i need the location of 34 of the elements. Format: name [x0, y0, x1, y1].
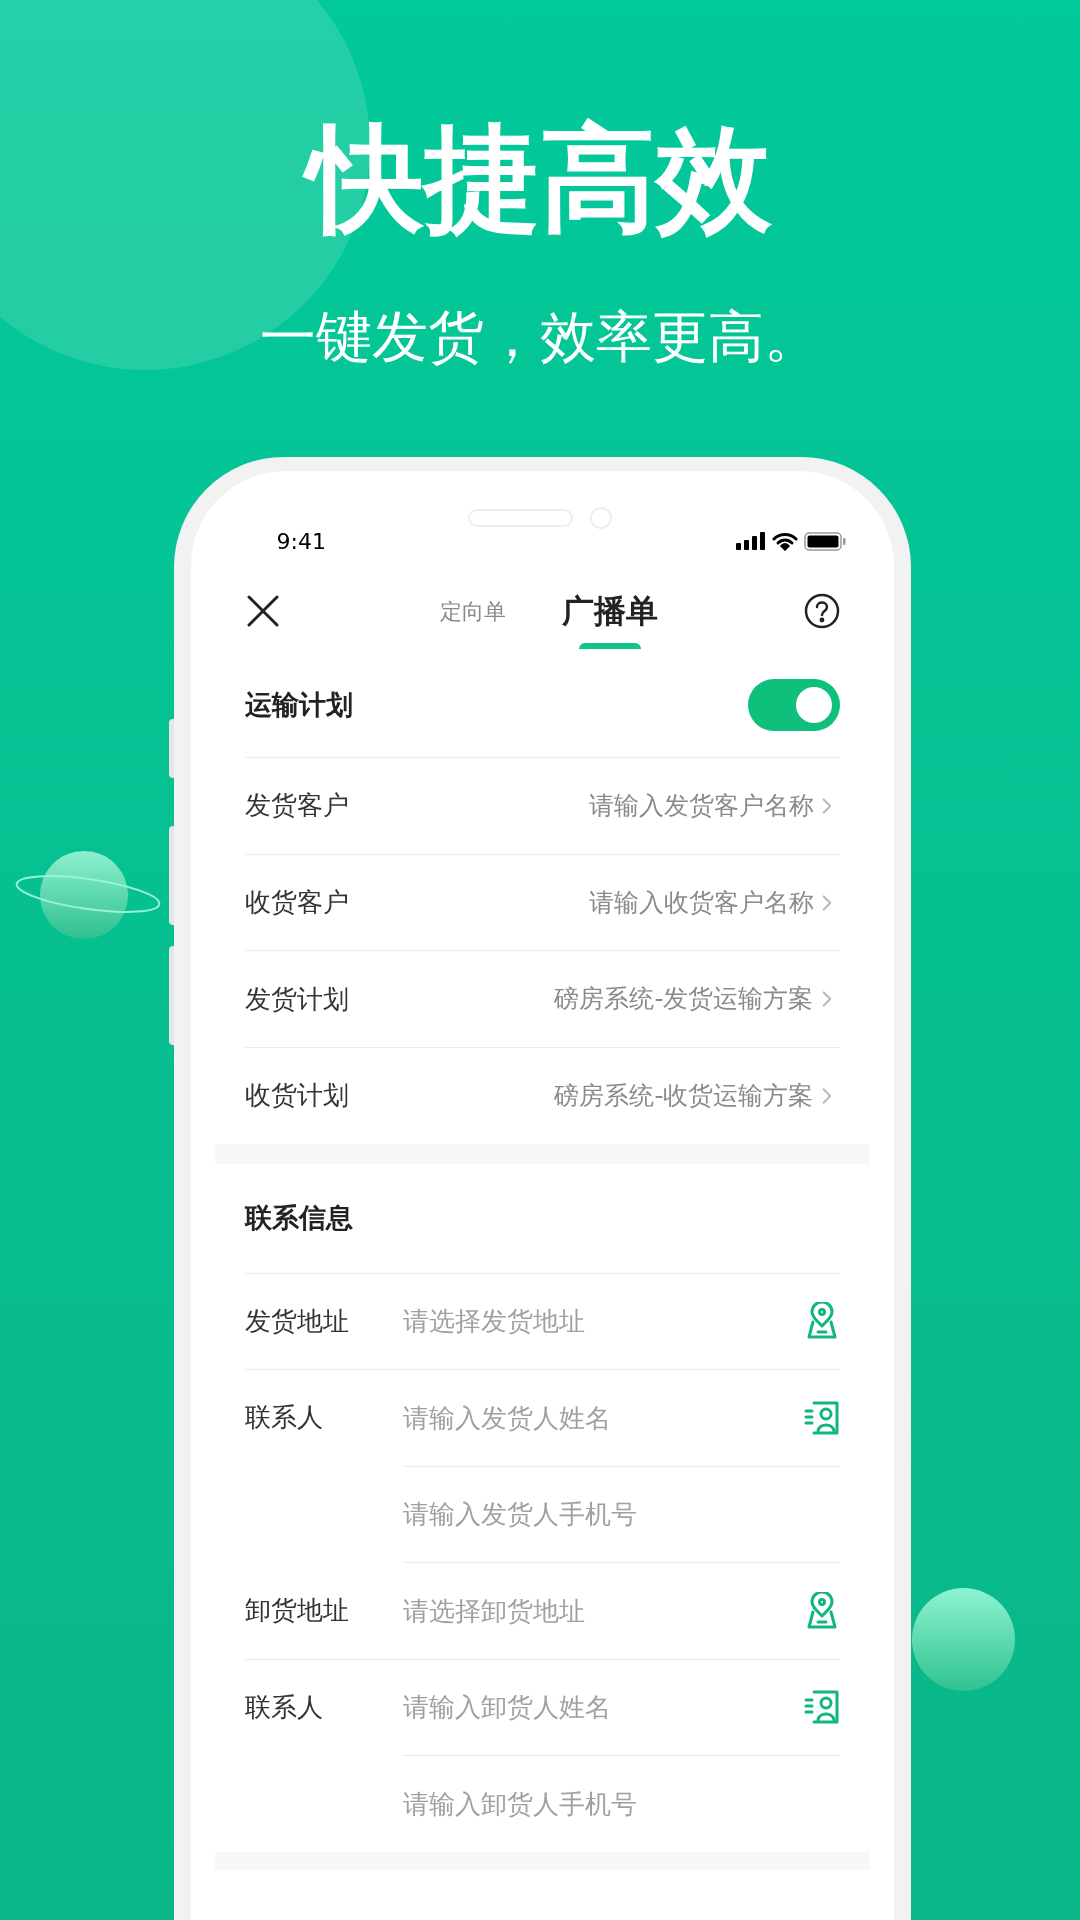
field-value[interactable]: 磅房系统-发货运输方案	[554, 980, 814, 1018]
input-field[interactable]: 请选择发货地址	[402, 1296, 800, 1346]
signal-icon	[735, 532, 766, 550]
tab[interactable]: 广播单	[556, 569, 664, 653]
contact-card-icon[interactable]	[803, 1689, 840, 1725]
status-time: 9:41	[276, 527, 326, 556]
planet-icon	[14, 850, 162, 940]
input-field[interactable]: 请输入卸货人姓名	[402, 1682, 800, 1732]
input-field[interactable]: 请输入收货客户名称	[513, 883, 814, 922]
field-label: 收货客户	[244, 886, 349, 920]
input-field[interactable]: 请输入发货人手机号	[402, 1489, 800, 1539]
ball-icon	[912, 1588, 1015, 1691]
contact-card-icon[interactable]	[803, 1399, 840, 1436]
help-icon[interactable]	[803, 593, 840, 629]
input-field[interactable]: 请输入发货人姓名	[402, 1392, 800, 1443]
headline: 快捷高效	[296, 99, 784, 259]
section-title: 运输计划	[244, 687, 353, 722]
field-label: 发货客户	[244, 789, 349, 823]
wifi-icon	[771, 531, 798, 551]
subheadline: 一键发货，效率更高。	[260, 303, 820, 371]
field-label: 联系人	[244, 1691, 323, 1722]
input-field[interactable]: 请输入发货客户名称	[513, 787, 814, 825]
toggle-switch[interactable]	[747, 679, 840, 731]
input-field[interactable]: 请输入卸货人手机号	[402, 1778, 800, 1829]
field-value[interactable]: 磅房系统-收货运输方案	[554, 1077, 814, 1115]
field-label: 收货计划	[244, 1079, 349, 1113]
section-title: 联系信息	[244, 1201, 353, 1235]
field-label: 联系人	[244, 1402, 323, 1432]
battery-icon	[803, 531, 846, 551]
field-label: 发货地址	[244, 1305, 349, 1336]
tab[interactable]: 定向单	[434, 569, 512, 653]
field-label: 发货计划	[244, 982, 349, 1016]
input-field[interactable]: 请选择卸货地址	[402, 1585, 800, 1636]
field-label: 卸货地址	[244, 1595, 349, 1625]
